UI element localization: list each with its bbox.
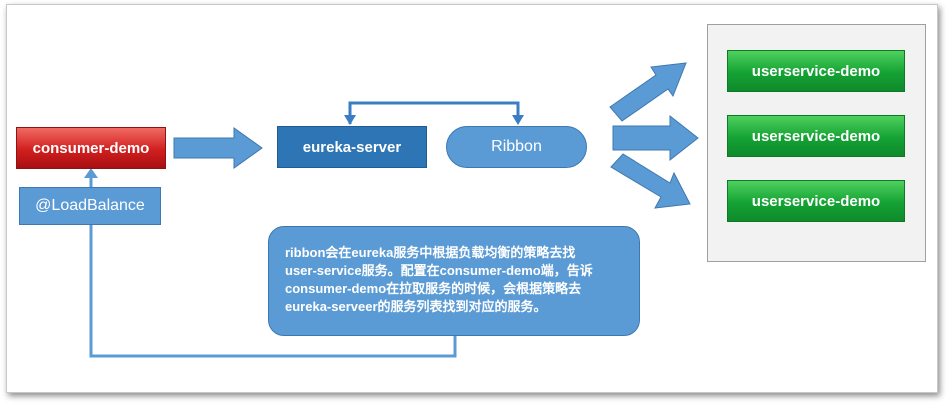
note-line-1: ribbon会在eureka服务中根据负载均衡的策略去找 [285, 245, 576, 260]
load-balance-annotation: @LoadBalance [19, 187, 161, 225]
consumer-to-eureka-arrow [173, 127, 263, 169]
note-line-3: consumer-demo在拉取服务的时候，会根据策略去 [285, 281, 582, 296]
ribbon-to-service-arrow-middle [612, 114, 699, 162]
userservice-node-2: userservice-demo [727, 115, 905, 157]
connector-arrowhead-left [344, 115, 356, 125]
ribbon-to-service-arrow-upper [609, 62, 687, 122]
ribbon-to-service-arrow-lower [610, 153, 691, 209]
ribbon-explanation-note: ribbon会在eureka服务中根据负载均衡的策略去找 user-servic… [268, 226, 640, 336]
eureka-ribbon-connector [348, 101, 520, 124]
note-line-2: user-service服务。配置在consumer-demo端，告诉 [285, 263, 593, 278]
eureka-server-node: eureka-server [277, 126, 427, 168]
userservice-node-1: userservice-demo [727, 50, 905, 92]
note-feedback-arrowhead [84, 168, 98, 178]
userservice-node-3: userservice-demo [727, 180, 905, 222]
ribbon-node: Ribbon [446, 126, 587, 168]
connector-arrowhead-right [512, 115, 524, 125]
note-line-4: eureka-serveer的服务列表找到对应的服务。 [285, 299, 547, 314]
consumer-demo-node: consumer-demo [16, 127, 166, 169]
